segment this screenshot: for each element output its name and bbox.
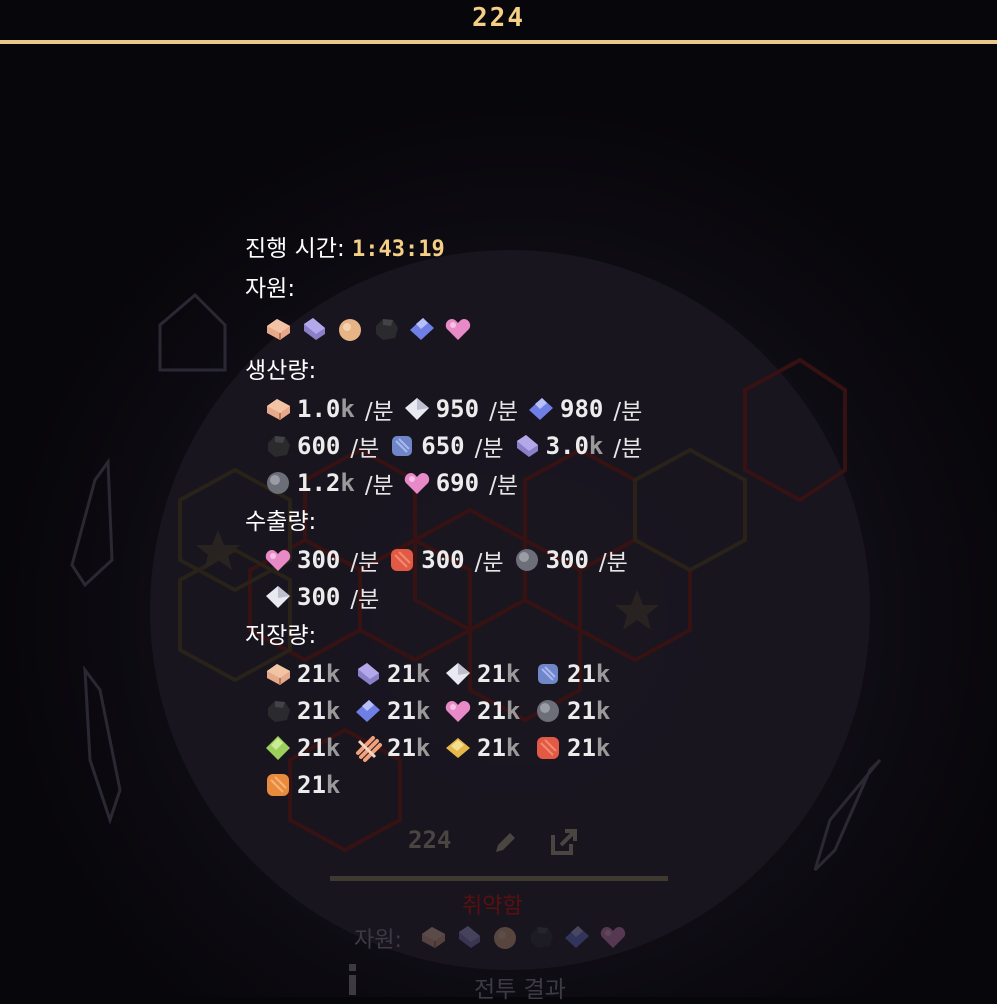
blue-crystal-icon xyxy=(407,314,437,344)
coal-icon xyxy=(526,922,556,952)
pink-heart-icon xyxy=(598,922,628,952)
resources-heading: 자원: xyxy=(245,276,296,302)
coal-icon xyxy=(263,696,293,726)
elapsed-label: 진행 시간: xyxy=(245,236,345,262)
pink-heart-icon xyxy=(443,314,473,344)
production-item: 3.0k/분 xyxy=(512,429,642,463)
storage-item: 21k xyxy=(263,659,351,689)
production-row: 1.2k/분 690/분 xyxy=(245,464,765,501)
purple-ingot-icon xyxy=(512,431,542,461)
production-item: 1.2k/분 xyxy=(263,466,394,500)
elapsed-time: 진행 시간: 1:43:19 xyxy=(245,230,765,268)
copper-bar-icon xyxy=(263,314,293,344)
status-vulnerable: 취약함 xyxy=(462,894,523,919)
region-resources-label: 자원: xyxy=(354,928,402,953)
yellow-gem-icon xyxy=(443,733,473,763)
storage-list: 21k 21k 21k 21k 21k 21k 21k 21k 21k 21k … xyxy=(245,655,765,803)
top-counter: 224 xyxy=(472,3,525,33)
divider xyxy=(330,876,668,881)
white-crystal-icon xyxy=(443,659,473,689)
production-row: 1.0k/분 950/분 980/분 xyxy=(245,390,765,427)
copper-bar-icon xyxy=(418,922,448,952)
region-resources-list xyxy=(418,922,628,952)
export-item: 300/분 xyxy=(263,580,379,614)
export-row: 300/분 300/분 300/분 xyxy=(245,541,765,578)
storage-item: 21k xyxy=(353,733,441,763)
blue-ore-icon xyxy=(387,431,417,461)
storage-item: 21k xyxy=(263,770,351,800)
blue-crystal-icon xyxy=(353,696,383,726)
export-item: 300/분 xyxy=(263,543,379,577)
orange-ore-icon xyxy=(263,770,293,800)
battle-results-button[interactable]: 전투 결과 xyxy=(474,970,566,1004)
gray-orb-icon xyxy=(512,545,542,575)
orange-orb-icon xyxy=(335,314,365,344)
purple-ingot-icon xyxy=(454,922,484,952)
copper-bar-icon xyxy=(263,394,293,424)
export-item: 300/분 xyxy=(512,543,628,577)
blue-ore-icon xyxy=(533,659,563,689)
storage-item: 21k xyxy=(263,733,351,763)
red-ore-icon xyxy=(387,545,417,575)
storage-item: 21k xyxy=(533,733,621,763)
region-number: 224 xyxy=(408,826,452,854)
blue-crystal-icon xyxy=(526,394,556,424)
storage-item: 21k xyxy=(533,696,621,726)
green-gem-icon xyxy=(263,733,293,763)
export-row: 300/분 xyxy=(245,578,765,615)
storage-item: 21k xyxy=(443,659,531,689)
production-item: 690/분 xyxy=(402,466,518,500)
export-heading: 수출량: xyxy=(245,509,317,535)
pink-heart-icon xyxy=(443,696,473,726)
open-external-icon[interactable] xyxy=(548,826,580,858)
export-item: 300/분 xyxy=(387,543,504,577)
gray-orb-icon xyxy=(263,468,293,498)
storage-row: 21k 21k 21k 21k xyxy=(245,729,765,766)
resources-list xyxy=(245,308,765,350)
edit-pencil-icon[interactable] xyxy=(490,828,520,858)
orange-orb-icon xyxy=(490,922,520,952)
gray-orb-icon xyxy=(533,696,563,726)
stats-panel: 진행 시간: 1:43:19 자원: 생산량: 1.0k/분 950/분 980… xyxy=(245,228,765,803)
info-icon[interactable] xyxy=(342,962,362,997)
copper-bar-icon xyxy=(263,659,293,689)
storage-row: 21k xyxy=(245,766,765,803)
production-heading: 생산량: xyxy=(245,358,317,384)
purple-ingot-icon xyxy=(353,659,383,689)
white-crystal-icon xyxy=(263,582,293,612)
storage-row: 21k 21k 21k 21k xyxy=(245,692,765,729)
production-item: 600/분 xyxy=(263,429,379,463)
storage-item: 21k xyxy=(533,659,621,689)
blue-crystal-icon xyxy=(562,922,592,952)
production-item: 650/분 xyxy=(387,429,504,463)
coal-icon xyxy=(263,431,293,461)
production-item: 980/분 xyxy=(526,392,642,426)
storage-item: 21k xyxy=(353,696,441,726)
storage-item: 21k xyxy=(443,696,531,726)
white-crystal-icon xyxy=(402,394,432,424)
purple-ingot-icon xyxy=(299,314,329,344)
region-info-panel: 224 취약함 자원: 전투 결과 xyxy=(330,812,670,1003)
production-row: 600/분 650/분 3.0k/분 xyxy=(245,427,765,464)
top-bar: 224 xyxy=(0,0,997,44)
storage-item: 21k xyxy=(443,733,531,763)
pink-heart-icon xyxy=(263,545,293,575)
elapsed-value: 1:43:19 xyxy=(352,237,445,262)
pink-heart-icon xyxy=(402,468,432,498)
storage-row: 21k 21k 21k 21k xyxy=(245,655,765,692)
production-item: 950/분 xyxy=(402,392,518,426)
storage-heading: 저장량: xyxy=(245,623,317,649)
storage-item: 21k xyxy=(353,659,441,689)
peach-bundle-icon xyxy=(353,733,383,763)
storage-item: 21k xyxy=(263,696,351,726)
coal-icon xyxy=(371,314,401,344)
red-ore-icon xyxy=(533,733,563,763)
production-item: 1.0k/분 xyxy=(263,392,394,426)
